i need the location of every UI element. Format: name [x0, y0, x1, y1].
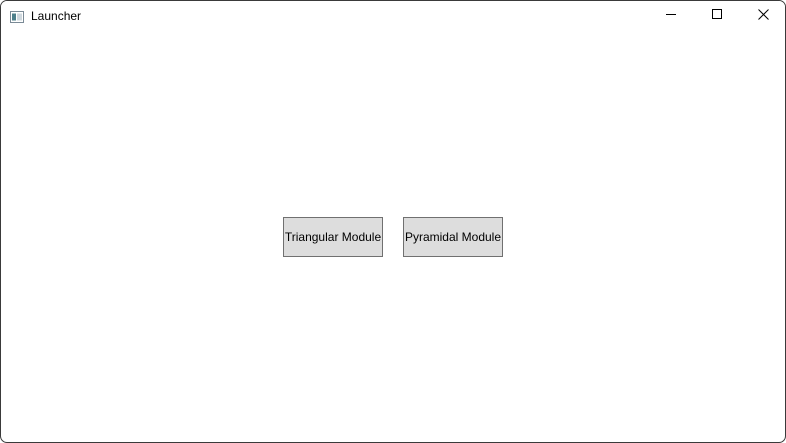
main-content: Triangular Module Pyramidal Module [1, 32, 785, 442]
close-icon [757, 7, 769, 25]
window-icon [10, 10, 24, 23]
maximize-button[interactable] [694, 1, 740, 31]
maximize-icon [711, 7, 723, 25]
pyramidal-module-button[interactable]: Pyramidal Module [403, 217, 503, 257]
triangular-module-button[interactable]: Triangular Module [283, 217, 383, 257]
window-title: Launcher [31, 9, 82, 23]
launcher-window: Launcher Triangular Module Pyramidal Mod… [0, 0, 786, 443]
minimize-icon [665, 7, 677, 25]
title-bar[interactable]: Launcher [1, 1, 785, 32]
close-button[interactable] [740, 1, 785, 31]
minimize-button[interactable] [648, 1, 694, 31]
